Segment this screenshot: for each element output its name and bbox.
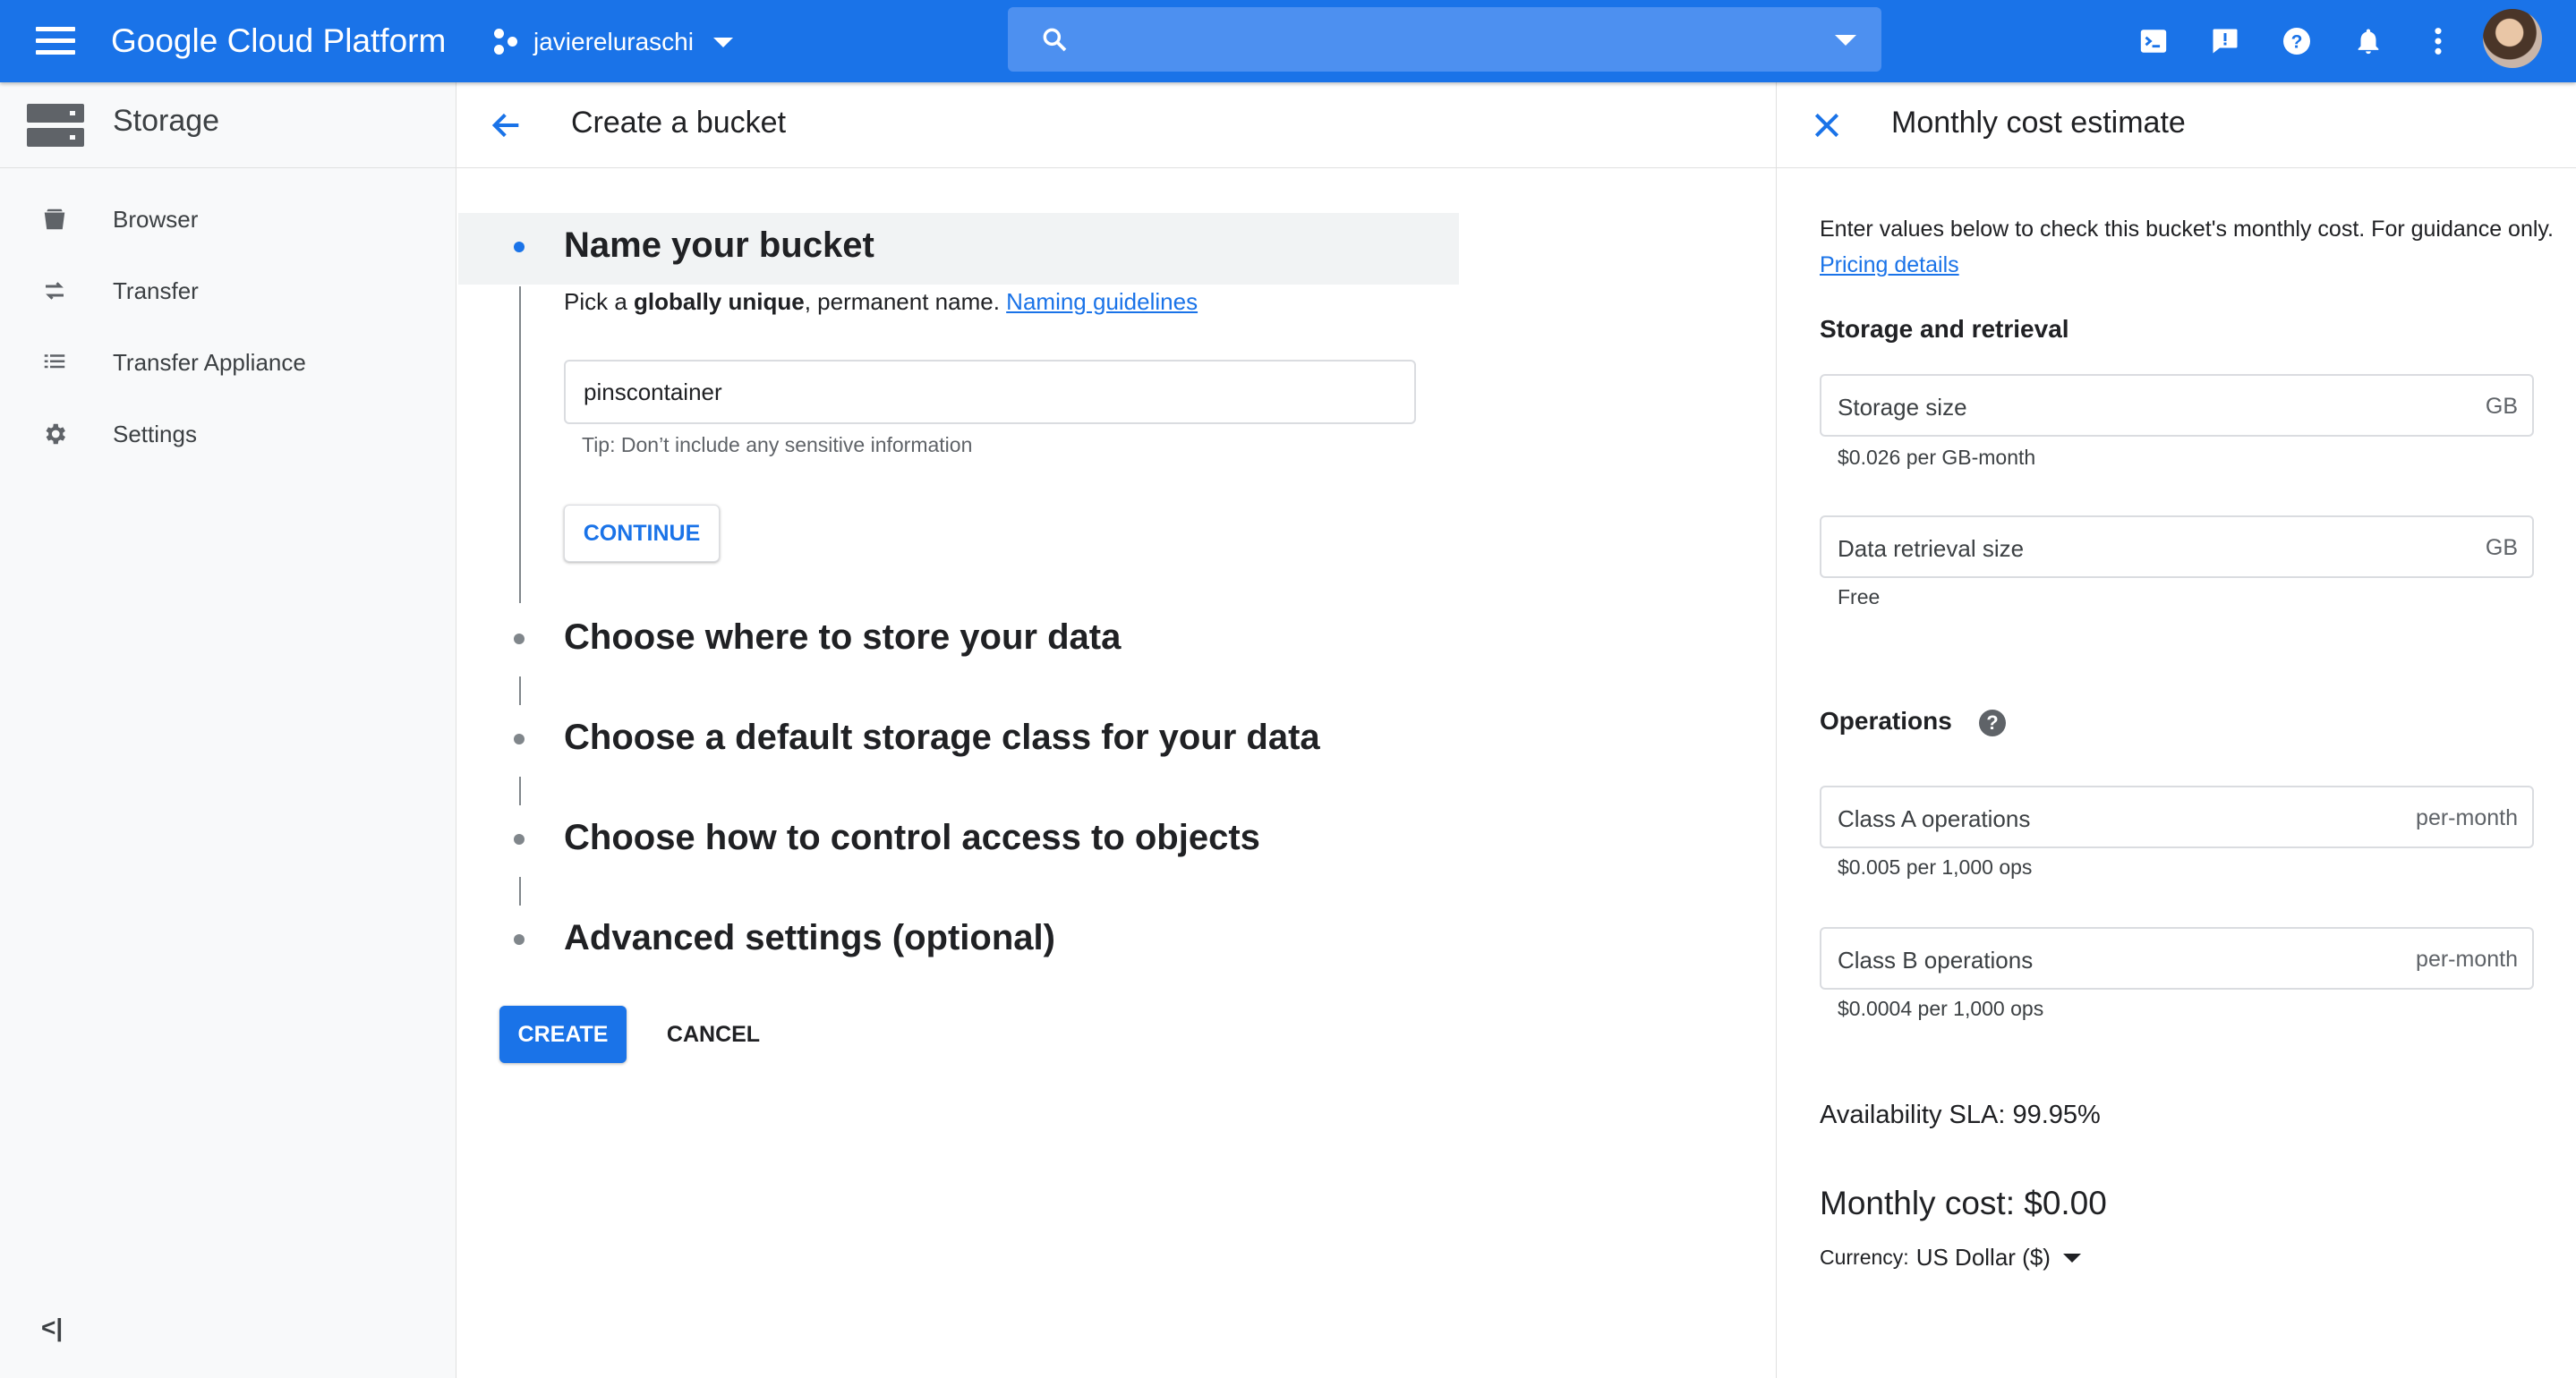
naming-guidelines-link[interactable]: Naming guidelines xyxy=(1006,288,1198,315)
class-a-operations-field[interactable]: Class A operations per-month xyxy=(1820,786,2534,848)
field-placeholder: Storage size xyxy=(1838,394,1967,421)
field-unit: GB xyxy=(2485,535,2518,560)
availability-sla: Availability SLA: 99.95% xyxy=(1820,1101,2101,1129)
sidebar-title: Storage xyxy=(113,104,220,138)
field-placeholder: Data retrieval size xyxy=(1838,535,2025,562)
field-unit: per-month xyxy=(2416,805,2518,830)
sidebar-item-browser[interactable]: Browser xyxy=(0,188,456,251)
page-title: Create a bucket xyxy=(571,106,787,140)
help-icon[interactable]: ? xyxy=(2277,21,2316,61)
storage-size-field[interactable]: Storage size GB xyxy=(1820,374,2534,437)
step-title-advanced[interactable]: Advanced settings (optional) xyxy=(564,918,1055,958)
list-icon xyxy=(39,347,70,378)
cancel-button[interactable]: CANCEL xyxy=(653,1006,773,1063)
step-indicator xyxy=(514,634,525,644)
back-arrow-icon[interactable] xyxy=(489,107,525,143)
operations-heading: Operations xyxy=(1820,707,1952,735)
bucket-name-input[interactable] xyxy=(564,360,1416,424)
step-connector xyxy=(519,286,521,603)
class-a-hint: $0.005 per 1,000 ops xyxy=(1838,855,2033,879)
field-unit: GB xyxy=(2485,394,2518,419)
data-retrieval-size-field[interactable]: Data retrieval size GB xyxy=(1820,515,2534,578)
storage-size-hint: $0.026 per GB-month xyxy=(1838,446,2036,469)
project-name: javiereluraschi xyxy=(533,28,694,55)
page-header: Create a bucket xyxy=(456,82,1776,168)
step-connector xyxy=(519,777,521,805)
sidebar-item-transfer[interactable]: Transfer xyxy=(0,259,456,322)
step-title-access-control[interactable]: Choose how to control access to objects xyxy=(564,818,1260,858)
currency-label: Currency: xyxy=(1820,1246,1909,1269)
sidebar-item-label: Settings xyxy=(113,420,197,447)
bucket-icon xyxy=(39,204,70,234)
currency-selector[interactable]: Currency: US Dollar ($) xyxy=(1820,1244,2081,1272)
desc-text: , permanent name. xyxy=(804,288,1007,315)
left-sidebar: Storage Browser Transfer Transfer Applia… xyxy=(0,82,456,1378)
feedback-icon[interactable] xyxy=(2205,21,2245,61)
step-title-location[interactable]: Choose where to store your data xyxy=(564,617,1121,658)
cost-panel-intro: Enter values below to check this bucket'… xyxy=(1820,211,2554,283)
monthly-cost-total: Monthly cost: $0.00 xyxy=(1820,1185,2107,1221)
cost-panel-title: Monthly cost estimate xyxy=(1891,106,2186,140)
more-vert-icon[interactable] xyxy=(2418,21,2458,61)
search-bar[interactable] xyxy=(1008,7,1881,72)
field-placeholder: Class B operations xyxy=(1838,947,2034,974)
sidebar-item-label: Transfer Appliance xyxy=(113,348,306,376)
collapse-sidebar-button[interactable]: <| xyxy=(41,1314,63,1342)
transfer-arrows-icon xyxy=(39,276,70,306)
field-unit: per-month xyxy=(2416,947,2518,972)
currency-value[interactable]: US Dollar ($) xyxy=(1916,1244,2051,1272)
chevron-down-icon[interactable] xyxy=(2062,1253,2081,1263)
input-tip: Tip: Don’t include any sensitive informa… xyxy=(582,433,973,456)
cost-panel-header: Monthly cost estimate xyxy=(1777,82,2576,168)
cloud-shell-icon[interactable] xyxy=(2134,21,2173,61)
sidebar-item-label: Browser xyxy=(113,205,199,233)
brand-title[interactable]: Google Cloud Platform xyxy=(111,18,446,64)
field-placeholder: Class A operations xyxy=(1838,805,2031,832)
step-indicator xyxy=(514,834,525,845)
data-retrieval-hint: Free xyxy=(1838,585,1881,608)
search-dropdown-icon[interactable] xyxy=(1835,35,1856,46)
step-indicator xyxy=(514,934,525,945)
desc-bold-text: globally unique xyxy=(634,288,805,315)
close-icon[interactable] xyxy=(1809,107,1845,143)
step-title-name[interactable]: Name your bucket xyxy=(564,225,874,266)
class-b-operations-field[interactable]: Class B operations per-month xyxy=(1820,927,2534,990)
sidebar-item-label: Transfer xyxy=(113,276,199,304)
project-dots-icon xyxy=(494,29,519,55)
avatar[interactable] xyxy=(2483,9,2542,68)
svg-text:?: ? xyxy=(2291,32,2303,53)
desc-text: Pick a xyxy=(564,288,635,315)
intro-text: Enter values below to check this bucket'… xyxy=(1820,217,2554,242)
step-indicator xyxy=(514,734,525,744)
top-app-bar: Google Cloud Platform javiereluraschi ? xyxy=(0,0,2576,82)
project-selector[interactable]: javiereluraschi xyxy=(494,20,733,64)
operations-help-icon[interactable]: ? xyxy=(1979,710,2006,736)
sidebar-header: Storage xyxy=(0,82,456,168)
name-step-description: Pick a globally unique, permanent name. … xyxy=(564,288,1198,316)
create-button[interactable]: CREATE xyxy=(499,1006,627,1063)
pricing-details-link[interactable]: Pricing details xyxy=(1820,252,1959,277)
storage-icon xyxy=(27,104,84,147)
class-b-hint: $0.0004 per 1,000 ops xyxy=(1838,997,2044,1020)
search-icon xyxy=(1043,28,1067,52)
step-indicator-active xyxy=(514,242,525,252)
notifications-icon[interactable] xyxy=(2349,21,2388,61)
chevron-down-icon xyxy=(712,37,733,47)
step-connector xyxy=(519,676,521,705)
sidebar-item-transfer-appliance[interactable]: Transfer Appliance xyxy=(0,331,456,394)
menu-icon[interactable] xyxy=(36,27,75,55)
cost-estimate-panel: Monthly cost estimate Enter values below… xyxy=(1776,82,2576,1378)
gear-icon xyxy=(39,419,70,449)
storage-retrieval-heading: Storage and retrieval xyxy=(1820,315,2069,343)
step-title-storage-class[interactable]: Choose a default storage class for your … xyxy=(564,718,1320,758)
step-connector xyxy=(519,877,521,906)
continue-button[interactable]: CONTINUE xyxy=(564,505,720,562)
sidebar-item-settings[interactable]: Settings xyxy=(0,403,456,465)
